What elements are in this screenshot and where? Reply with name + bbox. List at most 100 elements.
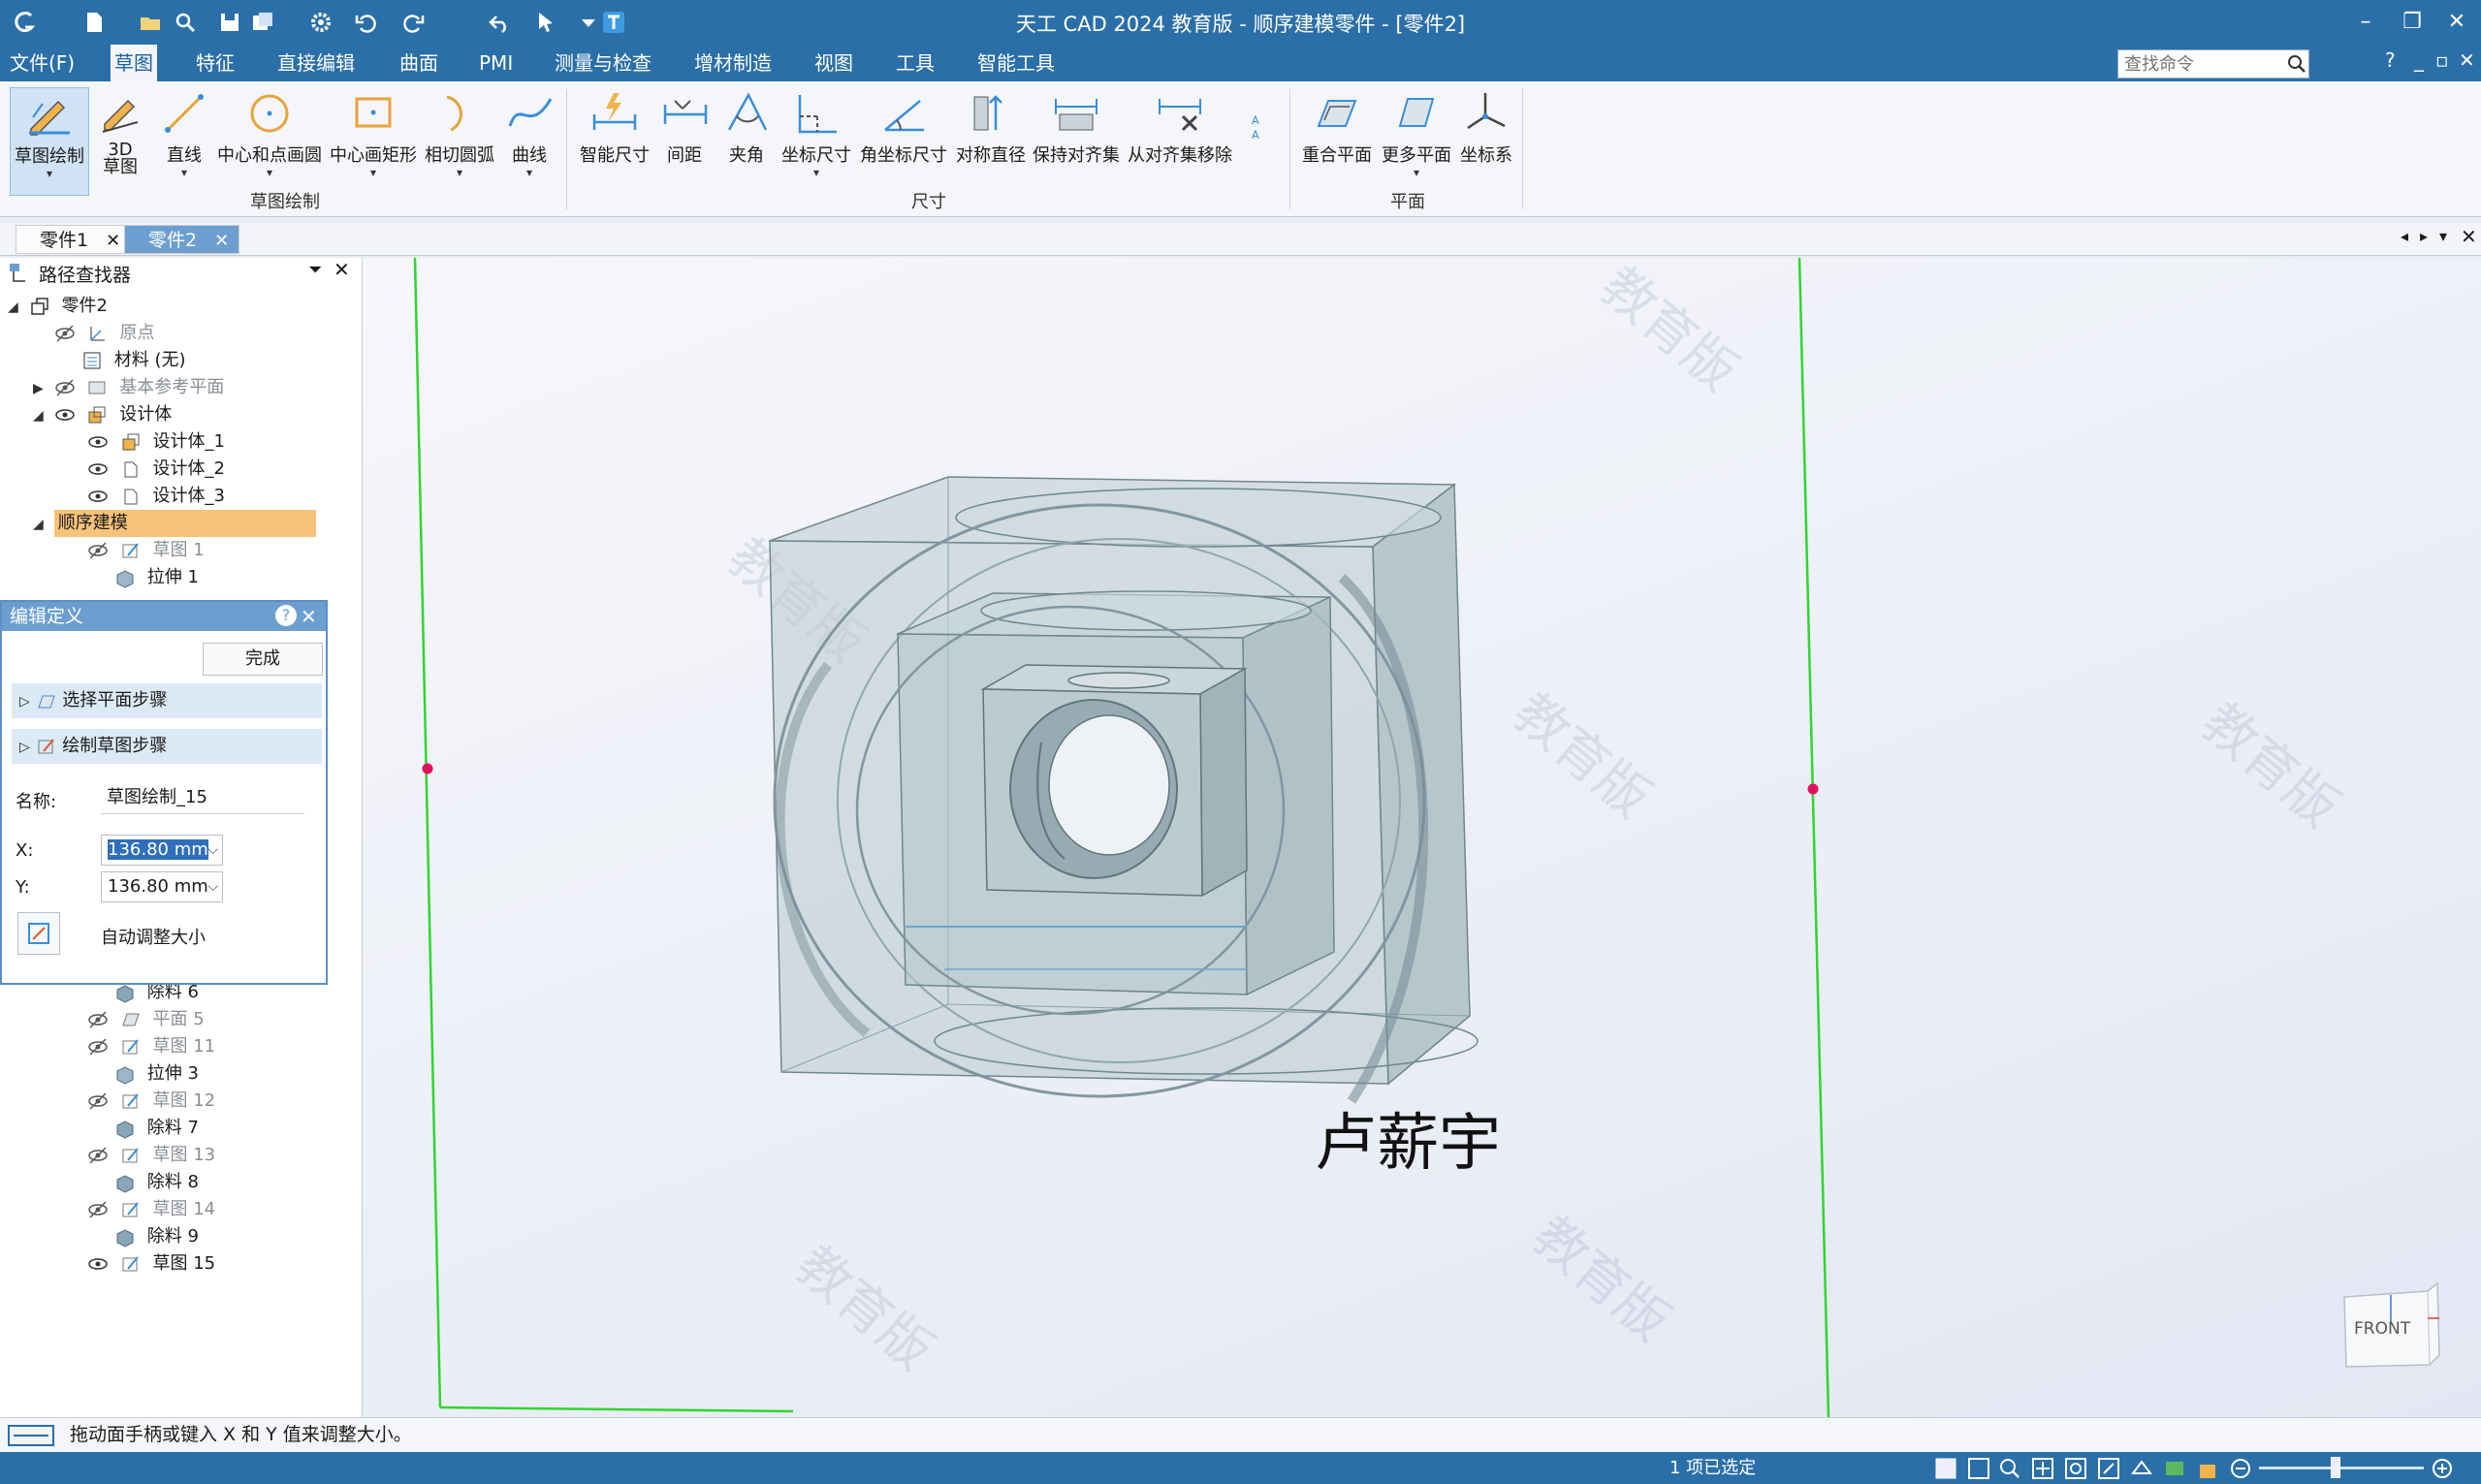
search-icon[interactable] (2284, 51, 2309, 77)
menu-tools[interactable]: 工具 (892, 45, 938, 81)
tree-item-sketch-13[interactable]: 草图 13 (87, 1142, 215, 1169)
tree-item-sketch-11[interactable]: 草图 11 (87, 1033, 215, 1060)
tree-item-material[interactable]: 材料 (无) (81, 347, 186, 374)
tab-scroll-left-icon[interactable]: ◂ (2401, 227, 2408, 245)
prompt-bar-icon[interactable] (8, 1424, 54, 1447)
view-fit-icon[interactable] (1933, 1456, 1958, 1481)
ribbon-minimize-icon[interactable]: _ (2414, 48, 2424, 72)
sketch-line-bottom[interactable] (439, 1405, 794, 1413)
tree-item-design-body-1[interactable]: 设计体_1 (87, 428, 225, 456)
eye-icon[interactable] (87, 431, 109, 453)
collapse-icon[interactable]: ◢ (33, 402, 48, 429)
resize-handle-left[interactable] (422, 763, 433, 774)
tree-item-design-body-2[interactable]: 设计体_2 (87, 456, 225, 483)
command-search-input[interactable] (2117, 49, 2309, 79)
3d-viewport[interactable]: 教育版 教育版 教育版 教育版 教育版 教育版 (363, 258, 2481, 1417)
close-icon[interactable]: ✕ (2437, 6, 2476, 39)
tree-item-plane-5[interactable]: 平面 5 (87, 1006, 205, 1033)
tree-item-cutout-9[interactable]: 除料 9 (114, 1223, 199, 1250)
tab-scroll-right-icon[interactable]: ▸ (2420, 227, 2428, 245)
pan-icon[interactable] (2030, 1456, 2055, 1481)
menu-view[interactable]: 视图 (811, 45, 857, 81)
pin-dropdown-icon[interactable]: ⏷ (308, 260, 322, 280)
zoom-slider-thumb[interactable] (2331, 1457, 2340, 1478)
view-style-icon[interactable] (2129, 1456, 2154, 1481)
tree-item-base-planes[interactable]: ▶ 基本参考平面 (33, 374, 224, 401)
center-rectangle-button[interactable]: 中心画矩形 ▾ (328, 87, 419, 196)
close-icon[interactable]: ✕ (334, 258, 350, 281)
hidden-eye-icon[interactable] (54, 323, 76, 344)
tree-item-design-body-3[interactable]: 设计体_3 (87, 483, 225, 510)
y-value-field[interactable]: 136.80 mm ⌵ (101, 871, 223, 902)
angle-button[interactable]: 夹角 (721, 87, 772, 196)
curve-button[interactable]: 曲线 ▾ (504, 87, 555, 196)
tree-item-sketch-12[interactable]: 草图 12 (87, 1088, 215, 1115)
close-all-tabs-icon[interactable]: ✕ (2461, 225, 2477, 248)
menu-direct-edit[interactable]: 直接编辑 (273, 45, 359, 81)
zoom-in-icon[interactable] (2430, 1456, 2455, 1481)
coordinate-system-button[interactable]: 坐标系 (1458, 87, 1514, 196)
x-value-field[interactable]: 136.80 mm ⌵ (101, 835, 223, 866)
hidden-eye-icon[interactable] (87, 540, 109, 561)
coincident-plane-button[interactable]: 重合平面 (1299, 87, 1375, 196)
eye-icon[interactable] (87, 486, 109, 507)
help-icon[interactable]: ? (2385, 48, 2396, 72)
text-size-buttons[interactable]: AA (1247, 87, 1280, 196)
ribbon-restore-icon[interactable]: ▫ (2435, 48, 2449, 72)
tree-item-sketch-14[interactable]: 草图 14 (87, 1196, 215, 1223)
auto-resize-button[interactable] (17, 912, 60, 955)
menu-additive[interactable]: 增材制造 (690, 45, 776, 81)
select-plane-step[interactable]: ▷ 选择平面步骤 (12, 683, 322, 718)
menu-file[interactable]: 文件(F) (6, 45, 79, 81)
tree-root[interactable]: ◢ 零件2 (8, 293, 108, 320)
keep-alignment-set-button[interactable]: 保持对齐集 (1032, 87, 1121, 196)
hidden-eye-icon[interactable] (87, 1145, 109, 1166)
sketch-line-right[interactable] (1797, 258, 1830, 1417)
tree-item-cutout-7[interactable]: 除料 7 (114, 1115, 199, 1142)
eye-icon[interactable] (87, 1253, 109, 1275)
tab-part1[interactable]: 零件1 ✕ (16, 225, 132, 254)
tree-item-cutout-8[interactable]: 除料 8 (114, 1169, 199, 1196)
tree-item-extrude-3[interactable]: 拉伸 3 (114, 1060, 199, 1088)
menu-sketch[interactable]: 草图 (111, 45, 157, 81)
tree-item-sketch-15[interactable]: 草图 15 (87, 1250, 215, 1278)
close-icon[interactable]: ✕ (301, 602, 317, 631)
distance-button[interactable]: 间距 (659, 87, 710, 196)
eye-icon[interactable] (54, 404, 76, 426)
zoom-out-icon[interactable] (2228, 1456, 2253, 1481)
expand-icon[interactable]: ▶ (33, 375, 48, 402)
tree-item-origin[interactable]: 原点 (54, 320, 154, 347)
more-planes-button[interactable]: 更多平面 ▾ (1379, 87, 1454, 196)
line-button[interactable]: 直线 ▾ (155, 87, 213, 196)
coordinate-dimension-button[interactable]: 坐标尺寸 ▾ (779, 87, 853, 196)
sketch-line-left[interactable] (413, 258, 442, 1408)
remove-from-alignment-set-button[interactable]: 从对齐集移除 (1127, 87, 1233, 196)
angular-coordinate-button[interactable]: 角坐标尺寸 (857, 87, 950, 196)
tree-item-sketch-1[interactable]: 草图 1 (87, 537, 205, 564)
hidden-eye-icon[interactable] (87, 1090, 109, 1112)
view-orientation-icon[interactable] (2096, 1456, 2121, 1481)
symmetric-diameter-button[interactable]: 对称直径 (954, 87, 1028, 196)
menu-feature[interactable]: 特征 (192, 45, 239, 81)
zoom-icon[interactable] (1997, 1456, 2022, 1481)
close-icon[interactable]: ✕ (214, 231, 229, 251)
zoom-area-icon[interactable] (1966, 1456, 1991, 1481)
hidden-eye-icon[interactable] (54, 377, 76, 398)
name-field[interactable]: 草图绘制_15 (101, 783, 304, 814)
eye-icon[interactable] (87, 458, 109, 480)
render-mode-icon[interactable] (2162, 1456, 2187, 1481)
hidden-eye-icon[interactable] (87, 1036, 109, 1058)
chevron-down-icon[interactable]: ⌵ (207, 836, 218, 865)
rotate-icon[interactable] (2063, 1456, 2088, 1481)
menu-pmi[interactable]: PMI (475, 45, 517, 81)
help-icon[interactable]: ? (275, 605, 297, 626)
draw-sketch-step[interactable]: ▷ 绘制草图步骤 (12, 729, 322, 764)
collapse-icon[interactable]: ◢ (8, 294, 23, 321)
tree-item-design-body[interactable]: ◢ 设计体 (33, 401, 172, 428)
collapse-icon[interactable]: ◢ (33, 511, 48, 538)
tangent-arc-button[interactable]: 相切圆弧 ▾ (423, 87, 496, 196)
tab-list-icon[interactable]: ▾ (2439, 227, 2447, 245)
tab-part2[interactable]: 零件2 ✕ (124, 225, 240, 254)
tree-item-sequential-modeling[interactable]: ◢ 顺序建模 (33, 510, 320, 537)
done-button[interactable]: 完成 (203, 643, 323, 676)
